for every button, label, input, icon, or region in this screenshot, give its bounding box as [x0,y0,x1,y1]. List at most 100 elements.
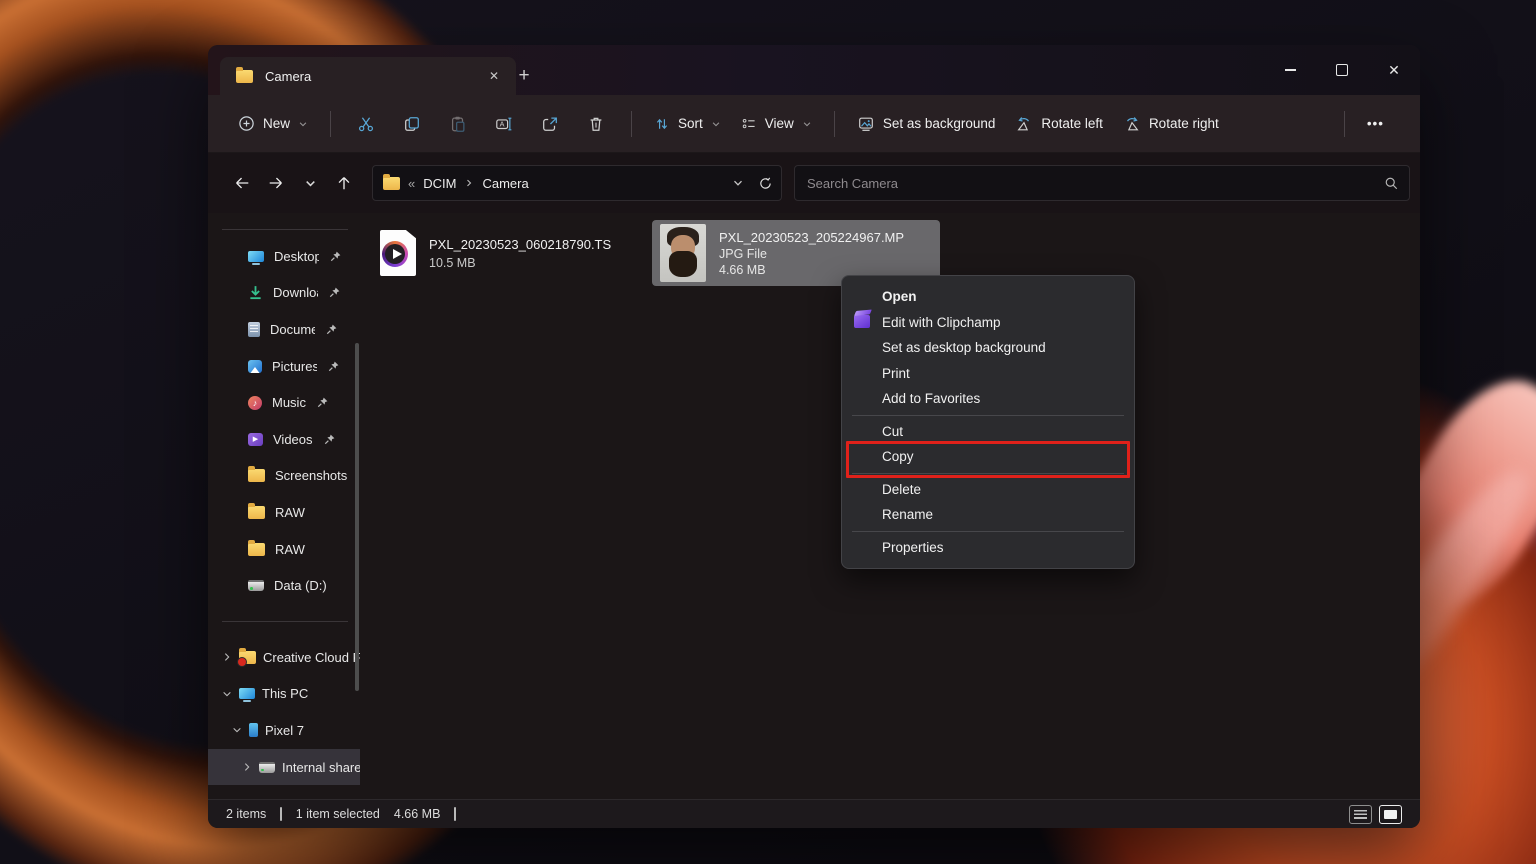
back-button[interactable] [226,167,258,199]
menu-item-edit-with-clipchamp[interactable]: Edit with Clipchamp [842,310,1134,336]
sidebar-item-label: Screenshots [275,468,347,483]
plus-icon: + [518,65,529,87]
breadcrumb-dcim[interactable]: DCIM [423,176,456,191]
cut-button[interactable] [343,106,389,142]
sidebar-item-label: Pictures [272,359,317,374]
menu-item-delete[interactable]: Delete [842,477,1134,503]
recent-locations-button[interactable] [294,167,326,199]
share-button[interactable] [527,106,573,142]
navigation-bar: « DCIM Camera [208,153,1420,213]
breadcrumb-overflow[interactable]: « [408,176,415,191]
set-background-icon [857,115,875,133]
chevron-right-icon[interactable] [242,762,252,772]
minimize-button[interactable] [1264,45,1316,95]
new-tab-button[interactable]: + [508,61,540,91]
sidebar-item-label: This PC [262,686,360,701]
new-button[interactable]: New [228,106,318,142]
menu-item-properties[interactable]: Properties [842,535,1134,561]
tab-close-button[interactable]: ✕ [482,64,506,88]
window-body: Desktop Downloads Documents [208,213,1420,799]
pin-icon [325,323,338,336]
chevron-down-icon[interactable] [222,689,232,699]
chevron-down-icon [802,119,812,129]
close-icon: ✕ [489,69,499,83]
sidebar-item-pixel-7[interactable]: Pixel 7 [208,712,360,749]
play-icon [382,241,408,267]
sort-button[interactable]: Sort [644,106,731,142]
sidebar-item-raw-2[interactable]: RAW [208,531,360,568]
menu-item-copy[interactable]: Copy [842,444,1134,470]
chevron-right-icon[interactable] [222,652,232,662]
pin-icon [328,286,341,299]
share-icon [541,115,559,133]
set-background-button[interactable]: Set as background [847,106,1006,142]
sidebar-item-documents[interactable]: Documents [208,311,360,348]
paste-icon [449,115,467,133]
ellipsis-icon: ••• [1367,116,1384,131]
menu-item-rename[interactable]: Rename [842,502,1134,528]
sidebar-item-videos[interactable]: ▶ Videos [208,421,360,458]
address-dropdown-icon[interactable] [732,177,744,189]
plus-circle-icon [238,115,255,132]
sidebar-quick-access: Desktop Downloads Documents [208,238,360,604]
drive-icon [248,580,264,591]
thumbnails-view-icon [1384,810,1397,819]
refresh-icon[interactable] [758,176,773,191]
tab-camera[interactable]: Camera ✕ [220,57,516,95]
chevron-right-icon [464,178,474,188]
details-view-button[interactable] [1349,805,1372,824]
sidebar-scrollbar[interactable] [355,343,359,691]
menu-item-open[interactable]: Open [842,284,1134,310]
sidebar-item-creative-cloud[interactable]: Creative Cloud Files [208,639,360,676]
rotate-left-button[interactable]: Rotate left [1005,106,1113,142]
sidebar-item-raw-1[interactable]: RAW [208,494,360,531]
rotate-left-icon [1015,115,1033,133]
up-button[interactable] [328,167,360,199]
tab-title: Camera [265,69,311,84]
search-input[interactable] [805,175,1384,192]
pin-icon [316,396,329,409]
sidebar-item-label: Music [272,395,306,410]
sidebar-item-this-pc[interactable]: This PC [208,676,360,713]
copy-button[interactable] [389,106,435,142]
drive-icon [259,762,275,773]
view-button[interactable]: View [731,106,822,142]
sidebar-item-pictures[interactable]: Pictures [208,348,360,385]
rotate-right-button[interactable]: Rotate right [1113,106,1229,142]
large-thumbnails-view-button[interactable] [1379,805,1402,824]
more-options-button[interactable]: ••• [1357,106,1394,142]
menu-item-set-as-desktop-background[interactable]: Set as desktop background [842,335,1134,361]
sidebar-tree: Creative Cloud Files This PC Pixel 7 [208,639,360,785]
sidebar-item-internal-storage[interactable]: Internal shared storage [208,749,360,786]
rename-button[interactable]: A [481,106,527,142]
pictures-icon [248,360,262,373]
sidebar-item-data-drive[interactable]: Data (D:) [208,567,360,604]
close-button[interactable]: ✕ [1368,45,1420,95]
sidebar-item-desktop[interactable]: Desktop [208,238,360,275]
maximize-button[interactable] [1316,45,1368,95]
file-item-video[interactable]: PXL_20230523_060218790.TS 10.5 MB [372,220,650,286]
delete-button[interactable] [573,106,619,142]
arrow-right-icon [267,174,285,192]
chevron-down-icon[interactable] [232,725,242,735]
search-box[interactable] [794,165,1410,201]
rotate-left-label: Rotate left [1041,116,1103,131]
rotate-right-label: Rotate right [1149,116,1219,131]
sidebar-item-music[interactable]: ♪ Music [208,384,360,421]
address-bar[interactable]: « DCIM Camera [372,165,782,201]
toolbar-divider [330,111,331,137]
folder-icon [248,543,265,556]
sidebar-item-downloads[interactable]: Downloads [208,275,360,312]
forward-button[interactable] [260,167,292,199]
menu-item-print[interactable]: Print [842,361,1134,387]
sidebar-item-screenshots[interactable]: Screenshots [208,458,360,495]
trash-icon [587,115,605,133]
selection-size: 4.66 MB [394,807,441,821]
menu-item-cut[interactable]: Cut [842,419,1134,445]
folder-icon [236,70,253,83]
menu-item-add-to-favorites[interactable]: Add to Favorites [842,386,1134,412]
phone-icon [249,723,258,737]
new-button-label: New [263,116,290,131]
paste-button[interactable] [435,106,481,142]
breadcrumb-camera[interactable]: Camera [482,176,528,191]
